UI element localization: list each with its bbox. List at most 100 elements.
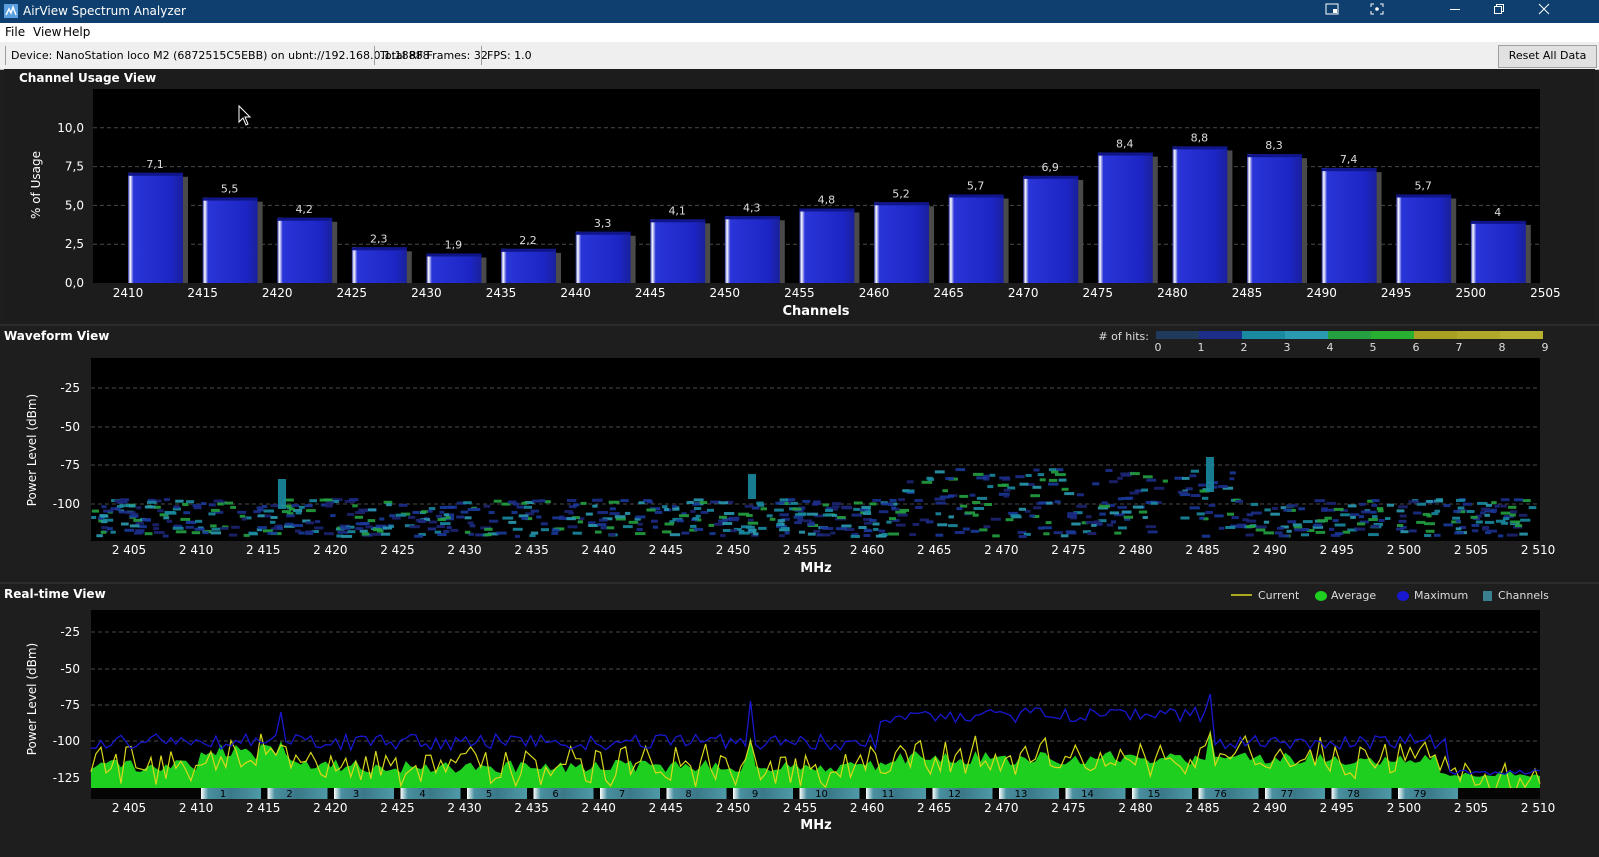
- waveform-hit: [257, 508, 264, 512]
- waveform-hit: [1398, 505, 1408, 509]
- waveform-hit: [521, 516, 528, 520]
- waveform-hit: [1515, 524, 1523, 528]
- waveform-hit: [1032, 485, 1042, 489]
- waveform-hit: [935, 533, 944, 537]
- cu-bar-cap: [277, 217, 333, 221]
- cu-bar-label: 2,2: [519, 234, 537, 247]
- mhz-xtick: 2 500: [1387, 801, 1421, 815]
- waveform-hit: [897, 513, 908, 517]
- waveform-hit: [1053, 531, 1063, 535]
- close-icon[interactable]: [1522, 0, 1566, 23]
- waveform-hit: [213, 499, 224, 503]
- waveform-hit: [1386, 503, 1394, 507]
- reset-all-data-button[interactable]: Reset All Data: [1498, 45, 1597, 68]
- mhz-xtick: 2 440: [582, 543, 616, 557]
- waveform-hit: [914, 499, 923, 502]
- waveform-hit: [1030, 494, 1040, 498]
- channel-block: [1331, 788, 1392, 799]
- waveform-hit: [456, 515, 465, 519]
- waveform-hit: [211, 527, 221, 531]
- menu-help[interactable]: Help: [63, 25, 90, 39]
- waveform-hit: [330, 514, 336, 518]
- waveform-hit: [210, 524, 217, 528]
- cu-bar: [1172, 146, 1228, 283]
- fps-readout: FPS: 1.0: [487, 49, 532, 62]
- cu-ytick: 7,5: [65, 160, 84, 174]
- cu-bar-label: 4,8: [818, 194, 836, 207]
- waveform-hit: [1278, 534, 1290, 538]
- menu-bar: File View Help: [0, 23, 1599, 42]
- cast-icon[interactable]: [1310, 0, 1354, 23]
- restore-icon[interactable]: [1477, 0, 1521, 23]
- cu-bar: [874, 202, 929, 283]
- waveform-hit: [1229, 477, 1235, 481]
- waveform-hit: [889, 498, 897, 502]
- waveform-hit: [889, 517, 897, 521]
- waveform-hit: [878, 510, 889, 514]
- cu-bar-label: 7,1: [146, 158, 164, 171]
- waveform-hit: [284, 522, 294, 526]
- title-bar: AirView Spectrum Analyzer: [0, 0, 1599, 23]
- waveform-hit: [154, 531, 165, 534]
- channel-block: [733, 788, 793, 799]
- waveform-hit: [679, 514, 689, 518]
- waveform-hit: [1145, 525, 1156, 529]
- menu-file[interactable]: File: [5, 25, 25, 39]
- power-ytick: -125: [53, 771, 80, 785]
- waveform-hit: [359, 522, 368, 526]
- waveform-hit: [1385, 517, 1391, 520]
- waveform-hit: [609, 533, 616, 536]
- waveform-hit: [180, 517, 191, 521]
- cu-xtick: 2465: [933, 286, 964, 300]
- cu-bar-cap: [948, 194, 1004, 198]
- waveform-hit: [162, 534, 169, 538]
- waveform-hit: [257, 514, 265, 518]
- waveform-hit: [305, 532, 314, 536]
- waveform-hit: [96, 534, 103, 538]
- waveform-hit: [1481, 507, 1491, 511]
- waveform-hit: [784, 531, 790, 535]
- waveform-hit: [850, 535, 860, 538]
- waveform-hit: [832, 502, 841, 506]
- waveform-hit: [428, 507, 436, 511]
- hits-scale-label: 1: [1198, 341, 1205, 354]
- capture-icon[interactable]: [1355, 0, 1399, 23]
- legend-average-swatch: [1315, 591, 1327, 601]
- waveform-hit: [878, 529, 886, 533]
- waveform-hit: [802, 499, 811, 503]
- waveform-hit: [175, 530, 187, 534]
- waveform-hit: [1003, 494, 1009, 498]
- waveform-hit: [1190, 494, 1201, 497]
- waveform-hit: [208, 503, 216, 507]
- waveform-hit: [748, 518, 754, 522]
- menu-view[interactable]: View: [33, 25, 61, 39]
- minimize-icon[interactable]: [1433, 0, 1477, 23]
- waveform-hit: [1399, 514, 1407, 518]
- waveform-hit: [101, 505, 107, 509]
- waveform-hit: [942, 489, 948, 493]
- channel-block-label: 3: [353, 789, 359, 800]
- waveform-hit: [1066, 531, 1077, 535]
- waveform-hit: [948, 515, 954, 519]
- cu-ytick: 0,0: [65, 276, 84, 290]
- waveform-hit: [1456, 498, 1465, 502]
- cu-bar-cap: [799, 208, 855, 212]
- waveform-hit: [1121, 497, 1131, 500]
- mhz-xtick: 2 510: [1521, 801, 1555, 815]
- waveform-hit: [489, 519, 499, 523]
- channel-block-label: 15: [1148, 789, 1161, 800]
- hits-scale-label: 9: [1542, 341, 1549, 354]
- waveform-hit: [409, 525, 420, 529]
- waveform-hit: [1462, 502, 1472, 506]
- waveform-hit: [1250, 502, 1259, 506]
- waveform-hit: [869, 519, 877, 522]
- waveform-hit: [1025, 474, 1032, 477]
- waveform-hit: [241, 517, 247, 521]
- waveform-hit: [1117, 505, 1127, 509]
- waveform-hit: [1416, 520, 1426, 524]
- waveform-hit: [552, 516, 562, 520]
- waveform-hit: [1190, 469, 1199, 473]
- waveform-hit: [1518, 513, 1528, 517]
- waveform-hit: [1189, 474, 1197, 478]
- waveform-hit: [408, 515, 416, 519]
